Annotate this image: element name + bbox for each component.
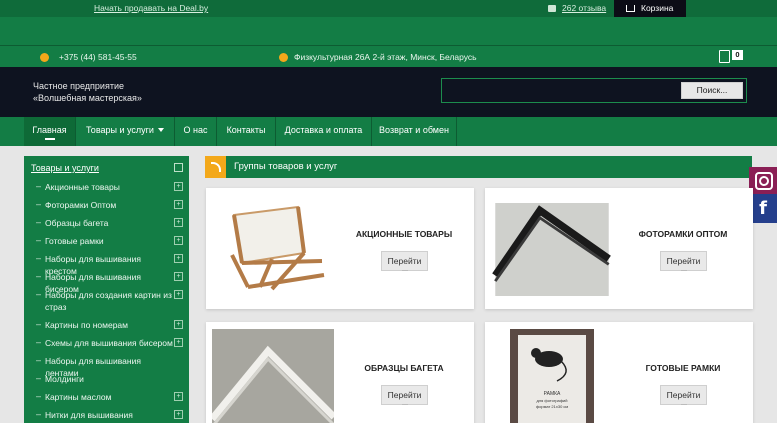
embroidery-frame-image[interactable] [212,195,334,295]
go-button[interactable]: Перейти [381,251,428,271]
chat-icon [548,5,556,12]
expand-plus-icon[interactable]: + [174,272,183,281]
reviews-link[interactable]: 262 отзыва [548,3,606,13]
cart-label: Корзина [641,3,674,13]
expand-plus-icon[interactable]: + [174,218,183,227]
collapse-toggle[interactable] [174,163,183,172]
card-title[interactable]: ОБРАЗЦЫ БАГЕТА [337,363,471,373]
sidebar-item-label[interactable]: Картины по номерам [45,319,173,331]
bullet-dash: – [36,271,42,281]
bullet-dash: – [36,409,42,419]
sidebar-item-label[interactable]: Картины маслом [45,391,173,403]
sidebar-item-label[interactable]: Акционные товары [45,181,173,193]
sidebar-item-label[interactable]: Наборы для создания картин из страз [45,289,173,313]
nav-home[interactable]: Главная [24,117,75,146]
frame-caption-2: для фотографий [536,398,567,403]
social-links: f [749,167,777,223]
sidebar-title[interactable]: Товары и услуги [31,163,99,173]
go-button[interactable]: Перейти [660,385,707,405]
bullet-dash: – [36,199,42,209]
nav-products-label: Товары и услуги [86,125,154,135]
nav-returns[interactable]: Возврат и обмен [372,117,456,146]
location-icon [279,53,288,62]
cart-count-badge: 0 [732,50,743,60]
active-nav-indicator [45,138,55,140]
section-arrow-icon [205,156,226,178]
sidebar-item-label[interactable]: Молдинги [45,373,173,385]
sidebar-item-label[interactable]: Схемы для вышивания бисером [45,337,173,349]
sidebar-item-label[interactable]: Нитки для вышивания [45,409,173,421]
nav-about[interactable]: О нас [175,117,216,146]
top-bar: Начать продавать на Deal.by 262 отзыва К… [0,0,777,17]
expand-plus-icon[interactable]: + [174,392,183,401]
address-text: Физкультурная 26А 2-й этаж, Минск, Белар… [294,52,477,62]
company-line-1: Частное предприятие [33,81,124,91]
category-sidebar: Товары и услуги – Акционные товары + – Фото… [24,156,189,423]
search-button[interactable]: Поиск... [681,82,743,99]
bullet-dash: – [36,391,42,401]
baguette-samples-image[interactable] [212,329,334,423]
search-input[interactable] [444,81,674,100]
phone-icon [40,53,49,62]
section-heading: Группы товаров и услуг [205,156,752,178]
wholesale-frames-image[interactable] [491,203,613,296]
product-group-card[interactable]: ОБРАЗЦЫ БАГЕТА Перейти [206,322,474,423]
search-box: Поиск... [441,78,747,103]
expand-plus-icon[interactable]: + [174,320,183,329]
phone-number[interactable]: +375 (44) 581-45-55 [40,52,137,62]
cart-button[interactable]: Корзина [614,0,686,17]
sidebar-item-label[interactable]: Фоторамки Оптом [45,199,173,211]
shopping-bag-icon[interactable] [719,50,730,63]
section-title: Группы товаров и услуг [234,161,338,172]
expand-plus-icon[interactable]: + [174,290,183,299]
chevron-down-icon [157,128,164,132]
go-button[interactable]: Перейти [381,385,428,405]
cart-icon [626,5,635,12]
frame-caption-1: РАМКА [544,391,561,397]
go-button[interactable]: Перейти [660,251,707,271]
nav-divider [456,117,457,146]
expand-plus-icon[interactable]: + [174,410,183,419]
company-name[interactable]: Частное предприятие «Волшебная мастерска… [33,80,142,104]
start-selling-link[interactable]: Начать продавать на Deal.by [94,3,208,13]
card-title[interactable]: ГОТОВЫЕ РАМКИ [616,363,750,373]
bullet-dash: – [36,373,42,383]
bullet-dash: – [36,355,42,365]
nav-delivery[interactable]: Доставка и оплата [276,117,371,146]
frame-caption-3: формат 21х30 см [536,404,569,409]
main-nav: Главная Товары и услуги О нас Контакты Д… [0,117,777,146]
sidebar-item-label[interactable]: Образцы багета [45,217,173,229]
facebook-icon[interactable]: f [749,194,777,223]
address: Физкультурная 26А 2-й этаж, Минск, Белар… [279,52,477,62]
bullet-dash: – [36,319,42,329]
phone-text[interactable]: +375 (44) 581-45-55 [59,52,137,62]
product-group-card[interactable]: РАМКА для фотографий формат 21х30 см ГОТ… [485,322,753,423]
company-line-2: «Волшебная мастерская» [33,93,142,103]
bullet-dash: – [36,217,42,227]
product-group-card[interactable]: ФОТОРАМКИ ОПТОМ Перейти [485,188,753,309]
bullet-dash: – [36,337,42,347]
nav-contacts[interactable]: Контакты [217,117,275,146]
contact-bar: +375 (44) 581-45-55 Физкультурная 26А 2-… [0,45,777,67]
sidebar-item-label[interactable]: Готовые рамки [45,235,173,247]
site-header: Частное предприятие «Волшебная мастерска… [0,67,777,117]
product-group-card[interactable]: АКЦИОННЫЕ ТОВАРЫ Перейти [206,188,474,309]
bullet-dash: – [36,289,42,299]
bullet-dash: – [36,181,42,191]
instagram-icon[interactable] [749,167,777,194]
nav-products[interactable]: Товары и услуги [76,117,174,146]
expand-plus-icon[interactable]: + [174,200,183,209]
bullet-dash: – [36,253,42,263]
card-title[interactable]: ФОТОРАМКИ ОПТОМ [616,229,750,239]
ready-frames-image[interactable]: РАМКА для фотографий формат 21х30 см [491,329,613,423]
banner-strip [0,17,777,45]
expand-plus-icon[interactable]: + [174,182,183,191]
expand-plus-icon[interactable]: + [174,338,183,347]
bullet-dash: – [36,235,42,245]
expand-plus-icon[interactable]: + [174,236,183,245]
expand-plus-icon[interactable]: + [174,254,183,263]
card-title[interactable]: АКЦИОННЫЕ ТОВАРЫ [337,229,471,239]
reviews-count[interactable]: 262 отзыва [562,3,606,13]
